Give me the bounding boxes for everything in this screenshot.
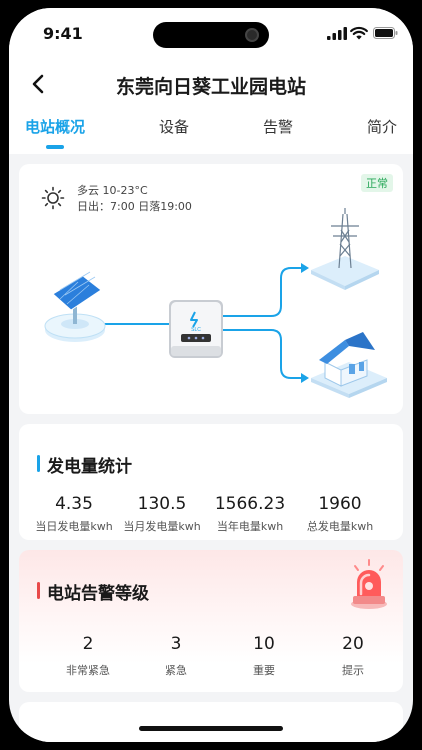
alarm-label: 紧急 (165, 664, 187, 677)
tab-intro[interactable]: 简介 (367, 116, 397, 137)
alarm-count: 10 (253, 634, 275, 654)
power-grid-tower-icon (311, 208, 379, 290)
stat-monthly: 130.5 当月发电量kwh (117, 494, 207, 534)
flow-line-home (223, 329, 301, 379)
alarm-count: 3 (170, 634, 182, 654)
power-flow-diagram: SLC (44, 208, 387, 398)
camera-icon (245, 28, 259, 42)
next-card (19, 702, 403, 742)
generation-stats-card: 发电量统计 4.35 当日发电量kwh 130.5 当月发电量kwh 1566.… (19, 424, 403, 540)
alarm-notice[interactable]: 20 提示 (308, 634, 398, 678)
stat-label: 总发电量kwh (306, 520, 374, 533)
stat-label: 当月发电量kwh (123, 520, 201, 533)
flow-line-grid (223, 267, 301, 317)
screen: 9:41 东莞向日葵工业园电站 电站概况 设备 告警 简介 多云 10-23°C… (9, 8, 413, 742)
stat-value: 130.5 (137, 494, 187, 514)
alarm-count: 2 (82, 634, 94, 654)
inverter-logo: SLC (191, 327, 201, 333)
stat-total: 1960 总发电量kwh (295, 494, 385, 534)
alarm-level-card[interactable]: 电站告警等级 2 非常紧急 3 紧急 10 重要 20 提示 (19, 550, 403, 692)
dynamic-island (153, 22, 269, 48)
tab-overview[interactable]: 电站概况 (25, 116, 85, 137)
page-title: 东莞向日葵工业园电站 (115, 76, 306, 98)
cellular-signal-icon (327, 27, 347, 40)
navigation-bar: 东莞向日葵工业园电站 (9, 64, 413, 104)
house-icon (311, 332, 387, 398)
home-indicator[interactable] (139, 726, 283, 731)
tab-devices[interactable]: 设备 (159, 116, 189, 137)
status-time: 9:41 (43, 24, 83, 43)
alarm-label: 非常紧急 (66, 664, 110, 677)
alarm-important[interactable]: 10 重要 (219, 634, 309, 678)
alarm-urgent[interactable]: 3 紧急 (131, 634, 221, 678)
battery-icon (373, 27, 398, 39)
generation-stats-title: 发电量统计 (37, 452, 132, 477)
phone-frame: 9:41 东莞向日葵工业园电站 电站概况 设备 告警 简介 多云 10-23°C… (0, 0, 422, 750)
alarm-level-title: 电站告警等级 (37, 579, 149, 604)
wifi-icon (350, 26, 368, 40)
stat-label: 当日发电量kwh (35, 520, 113, 533)
alarm-label: 重要 (253, 664, 275, 677)
back-arrow-icon[interactable] (27, 70, 51, 98)
solar-panel-icon (44, 271, 106, 342)
status-bar: 9:41 (9, 8, 413, 58)
alarm-count: 20 (342, 634, 364, 654)
alarm-very-urgent[interactable]: 2 非常紧急 (43, 634, 133, 678)
stat-value: 1960 (318, 494, 362, 514)
alarm-label: 提示 (342, 664, 364, 677)
stat-yearly: 1566.23 当年电量kwh (205, 494, 295, 534)
stat-label: 当年电量kwh (216, 520, 284, 533)
overview-card: 多云 10-23°C 日出：7:00 日落19:00 正常 SLC (19, 164, 403, 414)
tab-alarms[interactable]: 告警 (263, 116, 293, 137)
stat-value: 4.35 (55, 494, 93, 514)
stat-daily: 4.35 当日发电量kwh (29, 494, 119, 534)
stat-value: 1566.23 (214, 494, 286, 514)
active-tab-indicator (46, 145, 64, 149)
alarm-siren-icon (351, 559, 387, 609)
tab-bar: 电站概况 设备 告警 简介 (9, 116, 413, 154)
